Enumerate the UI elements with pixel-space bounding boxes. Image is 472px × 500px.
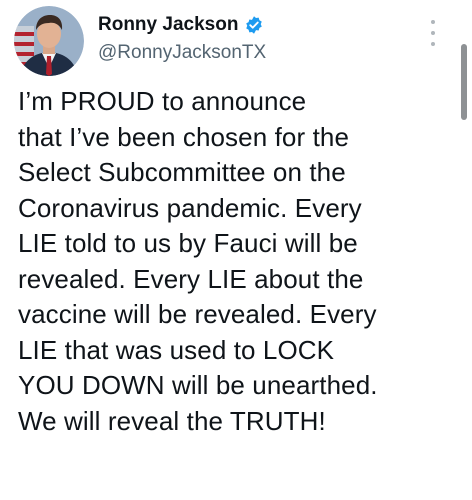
more-dot xyxy=(431,31,435,35)
more-options-icon[interactable] xyxy=(426,20,440,46)
name-row: Ronny Jackson xyxy=(98,12,266,38)
verified-badge-icon xyxy=(244,15,264,35)
tweet-text-line: revealed. Every LIE about the xyxy=(18,263,364,294)
tweet-header: Ronny Jackson @RonnyJacksonTX xyxy=(14,6,458,76)
tweet-text-line: that I’ve been chosen for the xyxy=(18,121,350,152)
tweet-text-line: LIE that was used to LOCK xyxy=(18,334,335,365)
tweet-text-line: vaccine will be revealed. Every xyxy=(18,299,377,329)
tweet-text: I’m PROUD to announce that I’ve been cho… xyxy=(18,84,458,439)
more-dot xyxy=(431,42,435,46)
avatar[interactable] xyxy=(14,6,84,76)
display-name[interactable]: Ronny Jackson xyxy=(98,14,238,36)
tweet-text-line: Coronavirus pandemic. Every xyxy=(18,192,362,223)
user-block: Ronny Jackson @RonnyJacksonTX xyxy=(98,12,266,64)
tweet-text-line: I’m PROUD to announce xyxy=(18,86,307,116)
tweet-text-line: LIE told to us by Fauci will be xyxy=(18,228,358,258)
scrollbar[interactable] xyxy=(461,44,467,120)
tweet-text-line: YOU DOWN will be unearthed. xyxy=(18,370,378,400)
tweet-screen: Ronny Jackson @RonnyJacksonTX I’m PROUD … xyxy=(0,0,472,500)
tweet-text-line: We will reveal the TRUTH! xyxy=(18,405,326,436)
more-dot xyxy=(431,20,435,24)
handle[interactable]: @RonnyJacksonTX xyxy=(98,42,266,64)
avatar-image xyxy=(14,6,84,76)
tweet-text-line: Select Subcommittee on the xyxy=(18,157,346,187)
